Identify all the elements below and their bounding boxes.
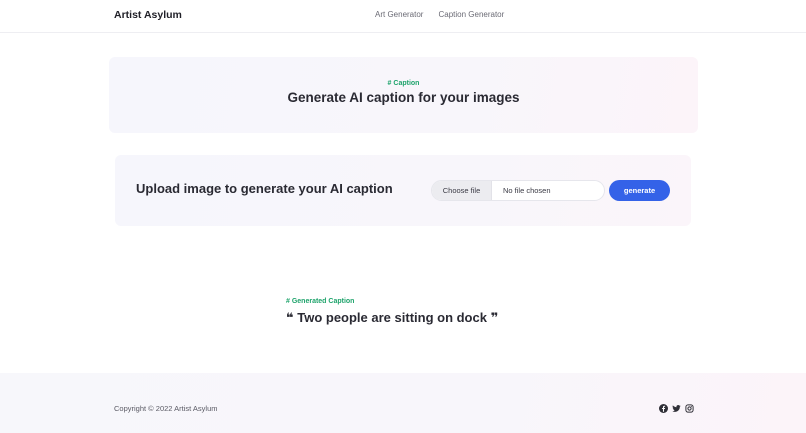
nav-caption-generator[interactable]: Caption Generator [438, 10, 504, 19]
hero-eyebrow: # Caption [387, 80, 420, 87]
top-nav-bar: Artist Asylum Art Generator Caption Gene… [0, 0, 806, 33]
generated-caption-section: # Generated Caption ❝ Two people are sit… [286, 298, 498, 326]
copyright-text: Copyright © 2022 Artist Asylum [114, 404, 218, 413]
file-name-text: No file chosen [503, 186, 551, 195]
instagram-icon[interactable] [685, 404, 694, 413]
social-links [659, 404, 694, 413]
twitter-icon[interactable] [672, 404, 681, 413]
upload-card: Upload image to generate your AI caption… [115, 155, 691, 226]
upload-title: Upload image to generate your AI caption [136, 181, 393, 196]
hero-section: # Caption Generate AI caption for your i… [109, 57, 698, 133]
page: Artist Asylum Art Generator Caption Gene… [0, 0, 806, 433]
generate-button[interactable]: generate [609, 180, 670, 201]
result-eyebrow: # Generated Caption [286, 298, 355, 305]
file-input[interactable]: Choose file No file chosen [431, 180, 605, 201]
generated-caption-text: ❝ Two people are sitting on dock ❞ [286, 310, 499, 325]
brand-logo[interactable]: Artist Asylum [114, 9, 182, 21]
facebook-icon[interactable] [659, 404, 668, 413]
main-nav: Art Generator Caption Generator [375, 10, 504, 19]
footer: Copyright © 2022 Artist Asylum [0, 373, 806, 433]
nav-art-generator[interactable]: Art Generator [375, 10, 423, 19]
choose-file-button[interactable]: Choose file [432, 181, 492, 200]
page-title: Generate AI caption for your images [287, 90, 520, 105]
